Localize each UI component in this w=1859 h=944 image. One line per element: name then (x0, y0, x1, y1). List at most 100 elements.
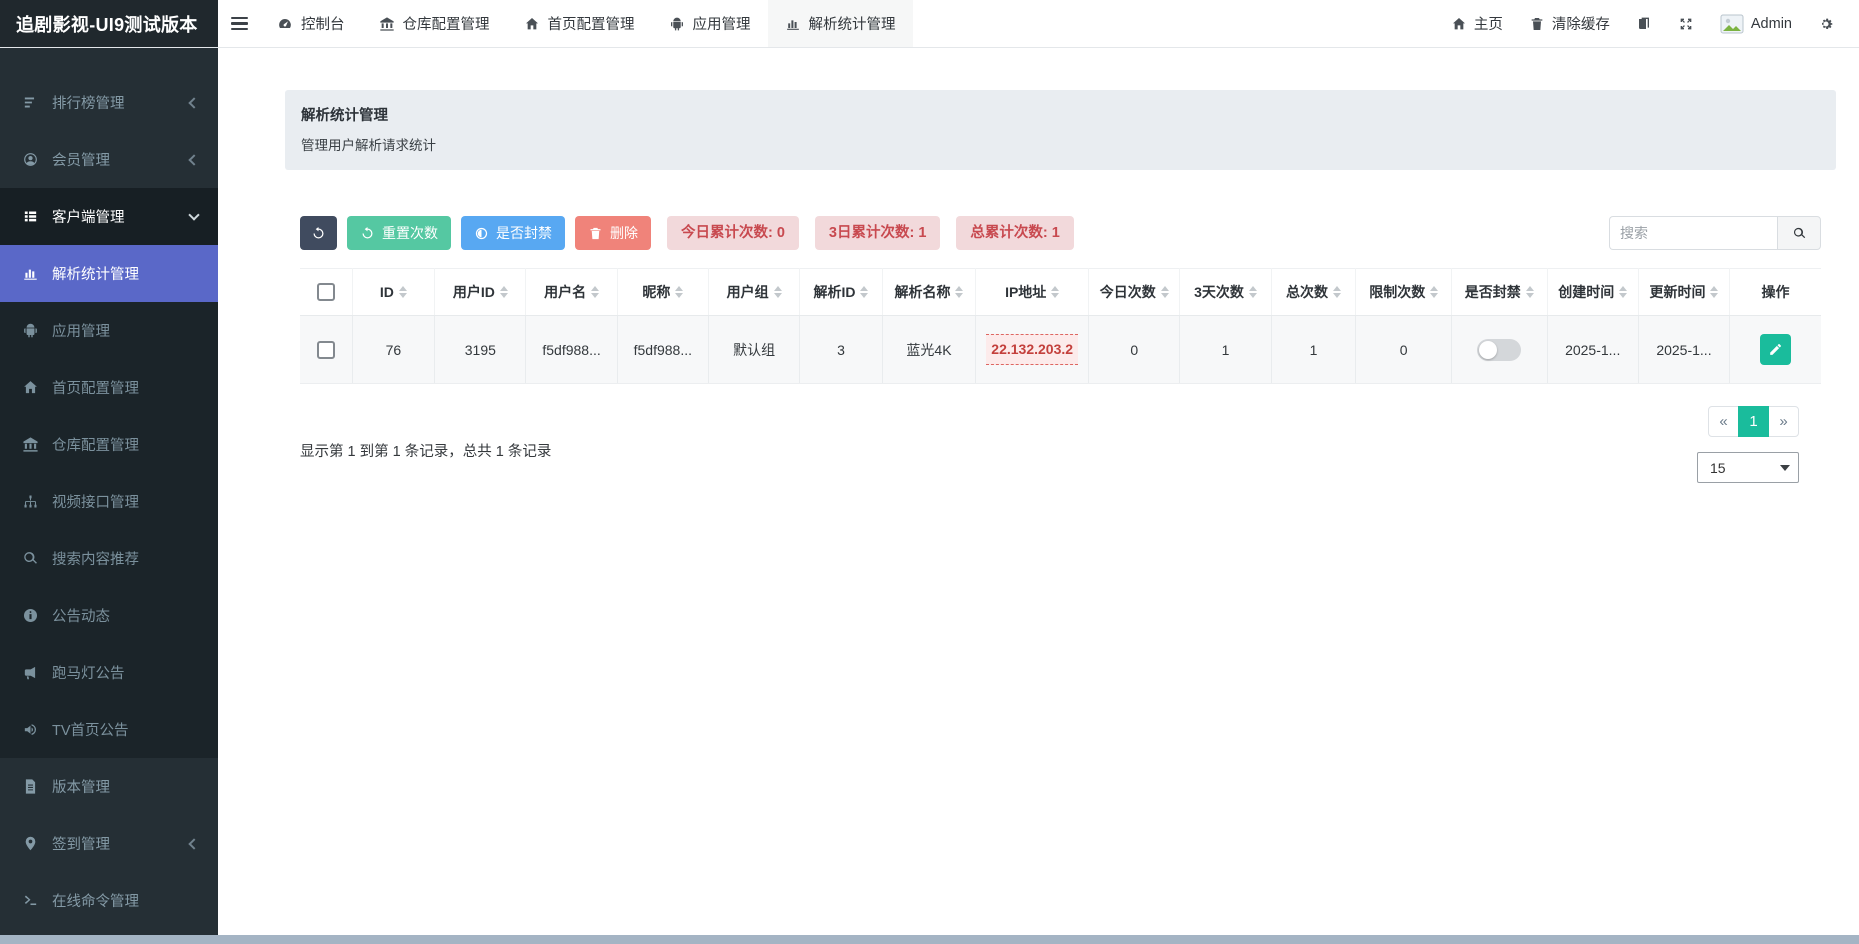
toggle-icon (474, 226, 489, 241)
sidebar-item-label: 搜索内容推荐 (52, 548, 202, 569)
sidebar-item-home-config[interactable]: 首页配置管理 (0, 359, 218, 416)
column-header-parse-id[interactable]: 解析ID (800, 269, 883, 316)
nav-item-repo-config[interactable]: 仓库配置管理 (362, 0, 507, 47)
sidebar-item-members[interactable]: 会员管理 (0, 131, 218, 188)
fullscreen-button[interactable] (1665, 0, 1707, 47)
column-header-created-at[interactable]: 创建时间 (1547, 269, 1638, 316)
table-header-row: ID 用户ID 用户名 昵称 用户组 解析ID 解析名称 IP地址 今日次数 3… (300, 269, 1821, 316)
column-header-id[interactable]: ID (352, 269, 435, 316)
sidebar-item-parse-stats[interactable]: 解析统计管理 (0, 245, 218, 302)
select-all-checkbox[interactable] (317, 283, 335, 301)
sidebar-item-video-api[interactable]: 视频接口管理 (0, 473, 218, 530)
chevron-left-icon (188, 97, 199, 108)
sort-carets-icon (1249, 286, 1257, 298)
sidebar-item-marquee[interactable]: 跑马灯公告 (0, 644, 218, 701)
info-circle-icon (22, 607, 39, 624)
sidebar-item-label: 客户端管理 (52, 206, 177, 227)
search-input[interactable] (1609, 216, 1777, 250)
terminal-icon (22, 892, 39, 909)
cell-parse-name: 蓝光4K (882, 316, 975, 384)
delete-button[interactable]: 删除 (575, 216, 651, 250)
column-header-three-day-count[interactable]: 3天次数 (1180, 269, 1271, 316)
nav-item-home-config[interactable]: 首页配置管理 (507, 0, 652, 47)
cell-user-id: 3195 (435, 316, 526, 384)
user-menu[interactable]: Admin (1707, 0, 1805, 47)
ban-toggle[interactable] (1477, 339, 1521, 361)
sidebar-item-checkin[interactable]: 签到管理 (0, 815, 218, 872)
sidebar-item-label: 跑马灯公告 (52, 662, 202, 683)
sidebar-item-apps[interactable]: 应用管理 (0, 302, 218, 359)
sidebar-item-client-management[interactable]: 客户端管理 (0, 188, 218, 245)
column-header-limit-count[interactable]: 限制次数 (1356, 269, 1452, 316)
search-button[interactable] (1777, 216, 1821, 250)
nav-home-link[interactable]: 主页 (1438, 0, 1516, 47)
sidebar-item-tv-announcement[interactable]: TV首页公告 (0, 701, 218, 758)
clear-cache-link[interactable]: 清除缓存 (1516, 0, 1623, 47)
cell-updated-at: 2025-1... (1638, 316, 1729, 384)
column-header-user-group[interactable]: 用户组 (708, 269, 799, 316)
column-header-nickname[interactable]: 昵称 (617, 269, 708, 316)
nav-item-parse-stats[interactable]: 解析统计管理 (768, 0, 913, 47)
ip-address[interactable]: 22.132.203.2 (986, 334, 1078, 365)
nav-home-label: 主页 (1474, 13, 1503, 34)
grand-total-badge: 总累计次数: 1 (956, 216, 1073, 250)
toggle-ban-button[interactable]: 是否封禁 (461, 216, 565, 250)
sidebar-toggle-button[interactable] (218, 0, 260, 47)
nav-item-console[interactable]: 控制台 (260, 0, 362, 47)
sidebar-item-label: TV首页公告 (52, 719, 202, 740)
android-icon (669, 16, 685, 32)
sidebar-item-repo-config[interactable]: 仓库配置管理 (0, 416, 218, 473)
sidebar-item-search-recommend[interactable]: 搜索内容推荐 (0, 530, 218, 587)
trash-icon (588, 226, 603, 241)
nav-item-app-management[interactable]: 应用管理 (652, 0, 768, 47)
sidebar-item-announcements[interactable]: 公告动态 (0, 587, 218, 644)
avatar-image (1720, 12, 1744, 36)
home-icon (524, 16, 540, 32)
column-header-ip[interactable]: IP地址 (976, 269, 1089, 316)
cell-parse-id: 3 (800, 316, 883, 384)
column-header-parse-name[interactable]: 解析名称 (882, 269, 975, 316)
table-panel: 重置次数 是否封禁 删除 今日累计次数: 0 3日累计次数: 1 总累计次数: … (285, 216, 1836, 483)
column-header-today-count[interactable]: 今日次数 (1089, 269, 1180, 316)
file-icon (22, 778, 39, 795)
next-page-button[interactable]: » (1768, 406, 1799, 437)
column-header-total-count[interactable]: 总次数 (1271, 269, 1356, 316)
column-header-updated-at[interactable]: 更新时间 (1638, 269, 1729, 316)
reset-count-button[interactable]: 重置次数 (347, 216, 451, 250)
prev-page-button[interactable]: « (1708, 406, 1739, 437)
map-marker-icon (22, 835, 39, 852)
page-1-button[interactable]: 1 (1738, 406, 1769, 437)
bar-chart-icon (785, 16, 801, 32)
sort-carets-icon (1710, 286, 1718, 298)
cell-banned (1452, 316, 1548, 384)
settings-button[interactable] (1805, 0, 1847, 47)
sidebar-item-commands[interactable]: 在线命令管理 (0, 872, 218, 929)
refresh-button[interactable] (300, 216, 337, 250)
fullscreen-icon (1678, 16, 1694, 32)
column-header-banned[interactable]: 是否封禁 (1452, 269, 1548, 316)
toggle-knob (1479, 341, 1497, 359)
brand: 追剧影视-UI9测试版本 (0, 0, 218, 47)
pencil-icon (1768, 342, 1783, 357)
sort-carets-icon (500, 286, 508, 298)
refresh-icon (360, 226, 375, 241)
nav-item-label: 应用管理 (693, 13, 751, 34)
table-footer: 显示第 1 到第 1 条记录，总共 1 条记录 « 1 » 15 (300, 384, 1821, 483)
row-checkbox[interactable] (317, 341, 335, 359)
user-circle-icon (22, 151, 39, 168)
edit-button[interactable] (1760, 334, 1791, 365)
page-size-select[interactable]: 15 (1697, 452, 1799, 483)
page-size-wrapper: 15 (1697, 452, 1799, 483)
sidebar-item-label: 排行榜管理 (52, 92, 177, 113)
sitemap-icon (22, 493, 39, 510)
language-button[interactable] (1623, 0, 1665, 47)
sidebar-item-label: 在线命令管理 (52, 890, 202, 911)
toggle-ban-label: 是否封禁 (496, 223, 552, 243)
sidebar-item-versions[interactable]: 版本管理 (0, 758, 218, 815)
column-header-username[interactable]: 用户名 (526, 269, 617, 316)
column-header-user-id[interactable]: 用户ID (435, 269, 526, 316)
bottom-scroll-strip[interactable] (0, 935, 1859, 944)
page-header: 解析统计管理 管理用户解析请求统计 (285, 90, 1836, 170)
sidebar-item-rankings[interactable]: 排行榜管理 (0, 74, 218, 131)
sort-carets-icon (1430, 286, 1438, 298)
